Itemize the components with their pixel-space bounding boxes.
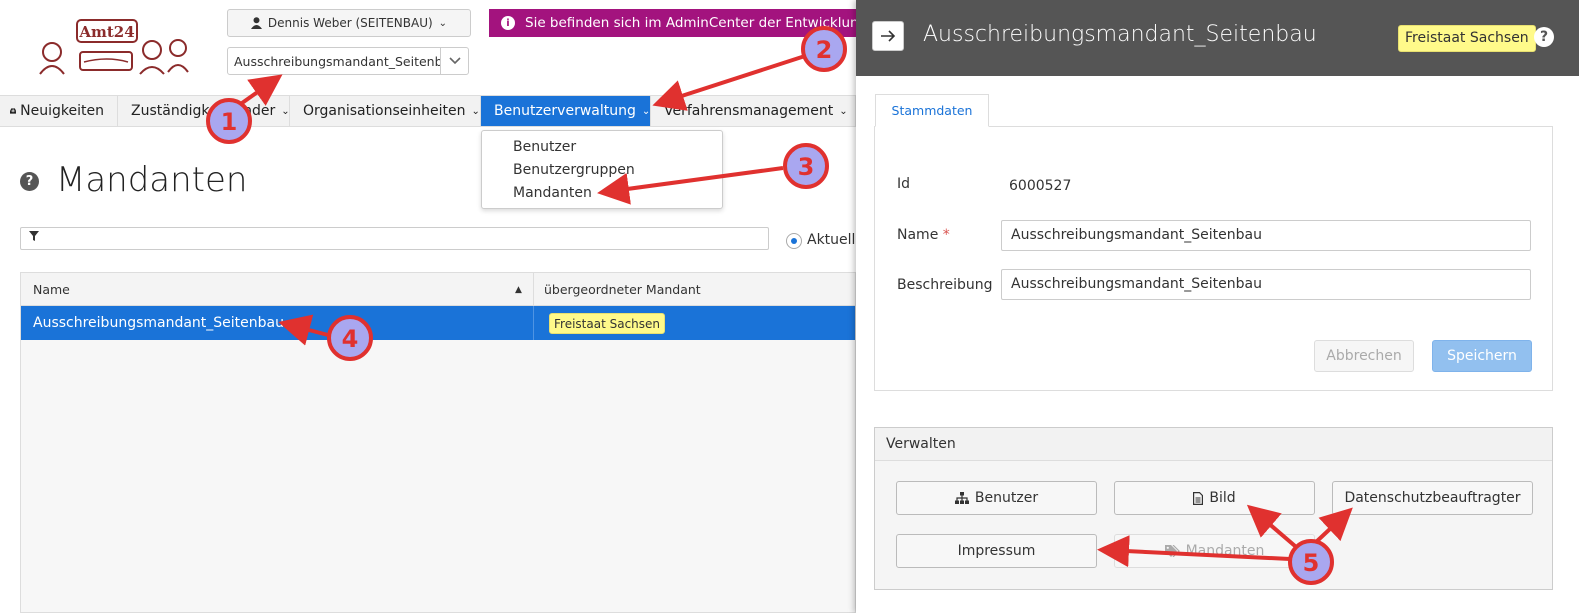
- environment-banner-text: Sie befinden sich im AdminCenter der Ent…: [525, 15, 856, 31]
- inbox-icon: [10, 108, 17, 114]
- button-label: Mandanten: [1185, 543, 1265, 559]
- panel-parent-tag: Freistaat Sachsen: [1398, 25, 1536, 52]
- datenschutzbeauftragter-button[interactable]: Datenschutzbeauftragter: [1332, 481, 1533, 515]
- nav-item-benutzerverwaltung[interactable]: Benutzerverwaltung ⌄: [481, 96, 651, 126]
- name-label-text: Name: [897, 227, 939, 243]
- chevron-down-icon: ⌄: [281, 105, 290, 117]
- nav-label: Organisationseinheiten: [303, 103, 466, 119]
- nav-item-neuigkeiten[interactable]: Neuigkeiten: [0, 96, 118, 126]
- column-header-name[interactable]: Name: [33, 273, 70, 306]
- sitemap-icon: [954, 492, 969, 504]
- radio-aktuelle[interactable]: [786, 233, 802, 249]
- environment-banner: i Sie befinden sich im AdminCenter der E…: [489, 9, 856, 37]
- detail-panel: Ausschreibungsmandant_Seitenbau Freistaa…: [856, 0, 1579, 613]
- save-button[interactable]: Speichern: [1432, 340, 1532, 372]
- main-nav: Neuigkeiten Zuständigkeitsfinder ⌄ Organ…: [0, 95, 856, 127]
- chevron-down-icon: ⌄: [641, 105, 651, 117]
- info-icon: i: [501, 16, 515, 30]
- name-field[interactable]: Ausschreibungsmandant_Seitenbau: [1001, 220, 1531, 251]
- description-field[interactable]: Ausschreibungsmandant_Seitenbau: [1001, 269, 1531, 300]
- manage-section: Verwalten Benutzer Bild Datenschutzbeauf…: [874, 427, 1553, 590]
- collapse-panel-button[interactable]: [872, 21, 904, 51]
- chevron-down-icon[interactable]: [440, 48, 468, 74]
- nav-label: Zuständigkeitsfinder: [131, 103, 276, 119]
- tab-stammdaten[interactable]: Stammdaten: [875, 94, 989, 127]
- table-row[interactable]: Ausschreibungsmandant_Seitenbau Freistaa…: [21, 306, 855, 340]
- amt24-logo: Amt24: [32, 18, 194, 76]
- nav-label: Neuigkeiten: [20, 103, 104, 119]
- column-header-parent[interactable]: übergeordneter Mandant: [544, 273, 701, 306]
- tags-icon: [1164, 545, 1180, 557]
- bild-button[interactable]: Bild: [1114, 481, 1315, 515]
- row-name: Ausschreibungsmandant_Seitenbau: [33, 315, 284, 331]
- user-name: Dennis Weber (SEITENBAU): [267, 16, 433, 30]
- filter-icon: [29, 231, 39, 244]
- sort-asc-icon[interactable]: ▲: [515, 285, 522, 295]
- nav-item-verfahrensmanagement[interactable]: Verfahrensmanagement ⌄: [651, 96, 856, 126]
- name-label: Name *: [897, 227, 950, 243]
- button-label: Bild: [1209, 490, 1236, 506]
- panel-header: Ausschreibungsmandant_Seitenbau Freistaa…: [856, 0, 1579, 76]
- help-icon[interactable]: ?: [20, 172, 39, 191]
- help-icon[interactable]: ?: [1534, 27, 1554, 47]
- button-label: Benutzer: [974, 490, 1039, 506]
- benutzer-button[interactable]: Benutzer: [896, 481, 1097, 515]
- description-label: Beschreibung: [897, 277, 993, 293]
- panel-title: Ausschreibungsmandant_Seitenbau: [923, 22, 1317, 47]
- impressum-button[interactable]: Impressum: [896, 534, 1097, 568]
- tenant-select[interactable]: Ausschreibungsmandant_Seitenbau: [227, 47, 469, 75]
- benutzerverwaltung-dropdown: Benutzer Benutzergruppen Mandanten: [481, 130, 723, 209]
- logo-text: Amt24: [78, 23, 134, 41]
- file-icon: [1193, 491, 1204, 505]
- svg-text:2: 2: [816, 36, 833, 64]
- required-marker: *: [942, 227, 950, 243]
- manage-section-title: Verwalten: [875, 428, 1552, 461]
- filter-input[interactable]: [20, 227, 769, 250]
- cancel-button[interactable]: Abbrechen: [1314, 340, 1414, 372]
- user-menu-button[interactable]: Dennis Weber (SEITENBAU) ⌄: [227, 9, 471, 37]
- user-icon: [250, 17, 262, 29]
- annotation-badge-3: 3: [783, 143, 829, 189]
- id-value: 6000527: [1009, 178, 1072, 194]
- column-divider: [533, 273, 534, 306]
- menu-item-benutzergruppen[interactable]: Benutzergruppen: [482, 160, 722, 183]
- tenant-select-value: Ausschreibungsmandant_Seitenbau: [234, 53, 440, 69]
- nav-label: Verfahrensmanagement: [664, 103, 834, 119]
- arrow-right-icon: [881, 30, 896, 42]
- chevron-down-icon: ⌄: [839, 105, 848, 117]
- chevron-down-icon: ⌄: [438, 17, 448, 29]
- mandanten-table: Name ▲ übergeordneter Mandant Ausschreib…: [20, 272, 856, 613]
- page-title: Mandanten: [56, 160, 248, 200]
- table-header: Name ▲ übergeordneter Mandant: [21, 273, 855, 306]
- button-label: Datenschutzbeauftragter: [1344, 490, 1521, 506]
- nav-label: Benutzerverwaltung: [494, 103, 636, 119]
- id-label: Id: [897, 176, 911, 192]
- mandanten-button[interactable]: Mandanten: [1114, 534, 1315, 568]
- column-divider: [533, 306, 534, 340]
- nav-item-organisationseinheiten[interactable]: Organisationseinheiten ⌄: [290, 96, 481, 126]
- parent-tag: Freistaat Sachsen: [549, 313, 666, 334]
- chevron-down-icon: ⌄: [471, 105, 480, 117]
- button-label: Impressum: [957, 543, 1036, 559]
- menu-item-benutzer[interactable]: Benutzer: [482, 137, 722, 160]
- svg-text:3: 3: [798, 153, 815, 181]
- nav-item-zustaendigkeitsfinder[interactable]: Zuständigkeitsfinder ⌄: [118, 96, 290, 126]
- stammdaten-pane: Id 6000527 Name * Ausschreibungsmandant_…: [874, 126, 1553, 391]
- menu-item-mandanten[interactable]: Mandanten: [482, 183, 722, 206]
